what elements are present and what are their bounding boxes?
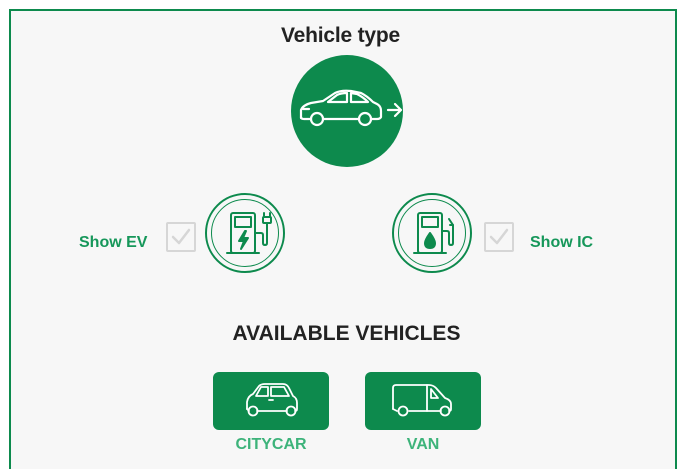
fuel-pump-badge[interactable] <box>392 193 472 273</box>
checkmark-icon <box>489 228 509 245</box>
show-ic-checkbox[interactable] <box>484 222 514 252</box>
citycar-label: CITYCAR <box>235 436 307 453</box>
vehicle-type-button[interactable] <box>291 55 403 167</box>
show-ev-checkbox[interactable] <box>166 222 196 252</box>
citycar-button[interactable] <box>213 372 329 430</box>
page-title: Vehicle type <box>281 24 400 47</box>
ev-charger-icon <box>226 212 272 254</box>
ev-charger-badge[interactable] <box>205 193 285 273</box>
fuel-pump-icon <box>413 212 454 254</box>
van-icon <box>392 384 452 417</box>
show-ev-label: Show EV <box>79 234 148 251</box>
checkmark-icon <box>171 228 191 245</box>
van-label: VAN <box>406 436 440 453</box>
available-vehicles-heading: AVAILABLE VEHICLES <box>232 322 461 345</box>
citycar-icon <box>246 383 298 417</box>
van-button[interactable] <box>365 372 481 430</box>
show-ic-label: Show IC <box>530 234 594 251</box>
car-arrow-icon <box>299 89 403 127</box>
